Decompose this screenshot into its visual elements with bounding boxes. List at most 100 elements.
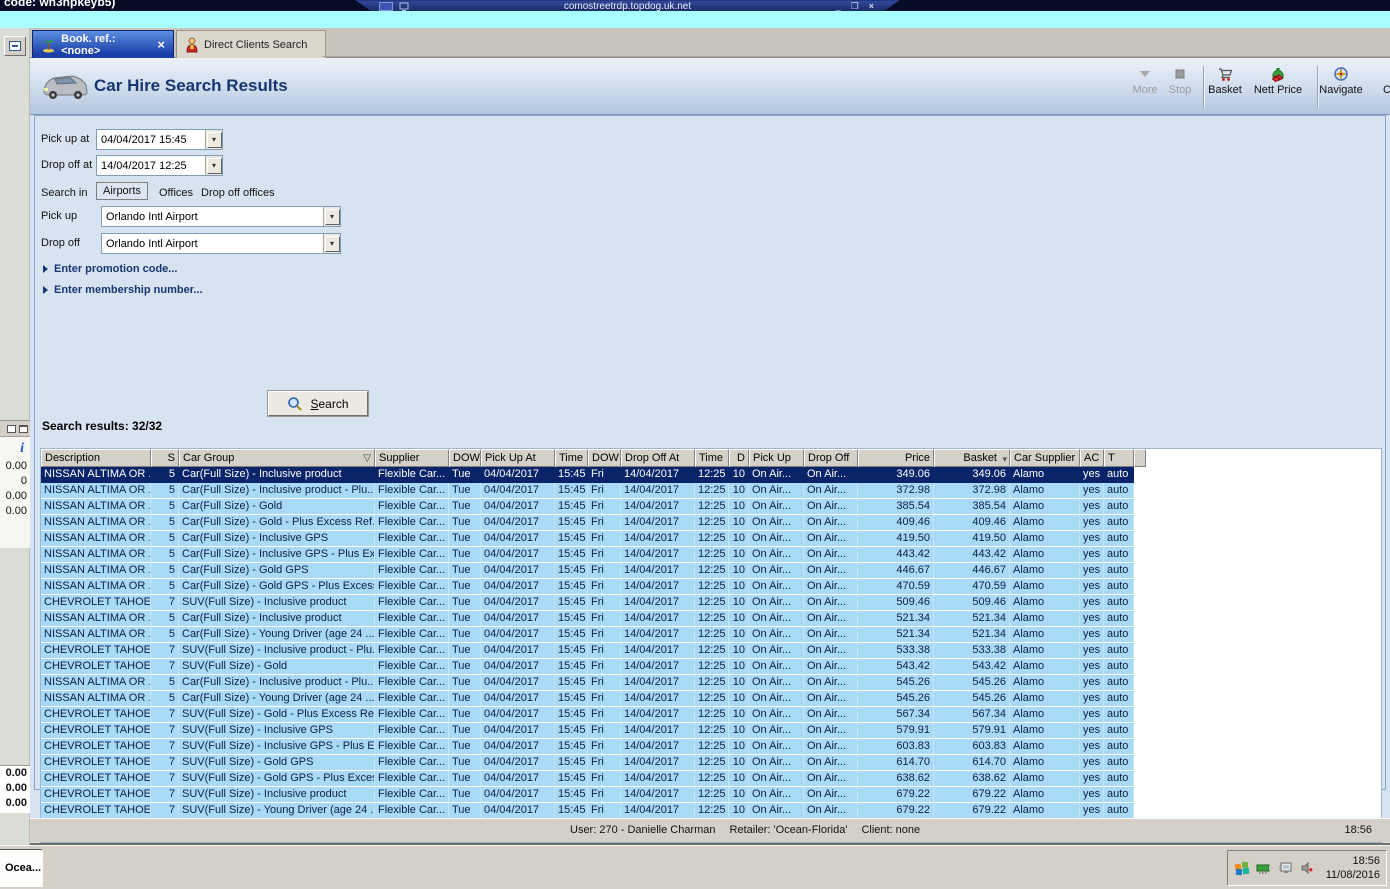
navigate-button[interactable]: Navigate — [1312, 62, 1370, 112]
basket-button[interactable]: Basket — [1198, 62, 1252, 112]
dropoff-at-dropdown-button[interactable]: ▾ — [205, 156, 222, 175]
column-header-price[interactable]: Price — [858, 449, 934, 467]
cell: 15:45 — [555, 771, 588, 787]
column-header-pick-up[interactable]: Pick Up — [749, 449, 804, 467]
dropoff-combobox[interactable]: Orlando Intl Airport ▾ — [101, 233, 341, 254]
table-row[interactable]: CHEVROLET TAHOE ...7SUV(Full Size) - Inc… — [41, 723, 1146, 739]
tab-direct-clients-search[interactable]: Direct Clients Search — [176, 30, 326, 58]
cell: 15:45 — [555, 515, 588, 531]
table-row[interactable]: CHEVROLET TAHOE ...7SUV(Full Size) - Gol… — [41, 659, 1146, 675]
table-row[interactable]: NISSAN ALTIMA OR ... 5 Car(Full Size) - Go… — [41, 499, 1146, 515]
rdp-close-button[interactable]: × — [869, 2, 874, 11]
tab-close-icon[interactable]: × — [157, 38, 165, 51]
table-row[interactable]: NISSAN ALTIMA OR ... 5 Car(Full Size) - In… — [41, 675, 1146, 691]
cell: 545.26 — [858, 691, 934, 707]
pickup-dropdown-button[interactable]: ▾ — [323, 207, 340, 226]
column-header-t[interactable]: T — [1104, 449, 1134, 467]
dropoff-at-input[interactable]: 14/04/2017 12:25 ▾ — [96, 155, 223, 176]
column-header-description[interactable]: Description — [41, 449, 151, 467]
table-row[interactable]: CHEVROLET TAHOE ...7SUV(Full Size) - Inc… — [41, 595, 1146, 611]
antivirus-tray-icon[interactable] — [1234, 860, 1250, 876]
column-label: T — [1108, 452, 1115, 464]
cell: 15:45 — [555, 755, 588, 771]
table-row[interactable]: CHEVROLET TAHOE ...7SUV(Full Size) - Inc… — [41, 787, 1146, 803]
table-row[interactable]: CHEVROLET TAHOE ...7SUV(Full Size) - Gol… — [41, 755, 1146, 771]
rdp-minimize-button[interactable]: _ — [836, 2, 841, 11]
column-header-drop-off[interactable]: Drop Off — [804, 449, 858, 467]
table-row[interactable]: NISSAN ALTIMA OR ... 5 Car(Full Size) - Yo… — [41, 691, 1146, 707]
taskbar-window-button[interactable]: Ocea... — [0, 849, 43, 887]
promotion-code-expander[interactable]: Enter promotion code... — [43, 263, 177, 275]
column-header-s[interactable]: S — [151, 449, 179, 467]
connection-info-icon[interactable] — [399, 2, 409, 12]
table-row[interactable]: CHEVROLET TAHOE ...7SUV(Full Size) - Gol… — [41, 707, 1146, 723]
taskbar: Ocea... 18:56 11/08/2016 — [0, 845, 1390, 889]
table-row[interactable]: NISSAN ALTIMA OR ... 5 Car(Full Size) - Go… — [41, 579, 1146, 595]
column-header-d[interactable]: D — [729, 449, 749, 467]
cell: CHEVROLET TAHOE ... — [41, 595, 151, 611]
search-button[interactable]: Search — [268, 391, 368, 416]
dropoff-dropdown-button[interactable]: ▾ — [323, 234, 340, 253]
maximize-window-icon[interactable] — [19, 424, 28, 433]
table-row[interactable]: NISSAN ALTIMA OR ... 5 Car(Full Size) - In… — [41, 547, 1146, 563]
cell: auto — [1104, 579, 1134, 595]
column-header-car-group[interactable]: Car Group ▽ — [179, 449, 375, 467]
search-in-option-dropoff-offices[interactable]: Drop off offices — [201, 187, 275, 199]
table-row[interactable]: NISSAN ALTIMA OR ... 5 Car(Full Size) - Go… — [41, 515, 1146, 531]
table-row[interactable]: CHEVROLET TAHOE ...7SUV(Full Size) - Inc… — [41, 643, 1146, 659]
column-header-dow[interactable]: DOW — [588, 449, 621, 467]
cell: 15:45 — [555, 579, 588, 595]
table-row[interactable]: NISSAN ALTIMA OR ... 5 Car(Full Size) - In… — [41, 611, 1146, 627]
search-in-option-offices[interactable]: Offices — [159, 187, 193, 199]
cell: NISSAN ALTIMA OR ... — [41, 691, 151, 707]
column-header-car-supplier[interactable]: Car Supplier — [1010, 449, 1080, 467]
search-results-count: Search results: 32/32 — [42, 419, 163, 433]
table-row[interactable]: NISSAN ALTIMA OR ... 5 Car(Full Size) - In… — [41, 467, 1146, 483]
network-card-tray-icon[interactable] — [1256, 860, 1272, 876]
column-header-time[interactable]: Time — [695, 449, 729, 467]
cell-filler — [1134, 675, 1146, 691]
column-header-supplier[interactable]: Supplier — [375, 449, 449, 467]
restore-window-icon[interactable] — [7, 424, 16, 433]
rdp-restore-button[interactable]: ❐ — [851, 2, 859, 11]
cell: 15:45 — [555, 499, 588, 515]
column-header-pick-up-at[interactable]: Pick Up At — [481, 449, 555, 467]
nett-price-button[interactable]: Nett Price — [1247, 62, 1309, 112]
column-label: DOW — [453, 452, 480, 464]
table-row[interactable]: NISSAN ALTIMA OR ... 5 Car(Full Size) - In… — [41, 531, 1146, 547]
column-header-dow[interactable]: DOW — [449, 449, 481, 467]
column-header-time[interactable]: Time — [555, 449, 588, 467]
membership-number-expander[interactable]: Enter membership number... — [43, 284, 203, 296]
cell: 15:45 — [555, 563, 588, 579]
cell: Alamo — [1010, 771, 1080, 787]
muted-speaker-tray-icon[interactable] — [1300, 860, 1316, 876]
cell: 12:25 — [695, 483, 729, 499]
tab-booking-ref[interactable]: Book. ref.: <none> × — [32, 30, 174, 58]
table-row[interactable]: NISSAN ALTIMA OR ... 5 Car(Full Size) - In… — [41, 483, 1146, 499]
cell: CHEVROLET TAHOE ... — [41, 659, 151, 675]
pickup-at-input[interactable]: 04/04/2017 15:45 ▾ — [96, 129, 223, 150]
pickup-combobox[interactable]: Orlando Intl Airport ▾ — [101, 206, 341, 227]
search-in-option-airports[interactable]: Airports — [96, 182, 148, 200]
collapse-panel-button[interactable] — [4, 36, 26, 56]
cell: Fri — [588, 595, 621, 611]
pickup-at-dropdown-button[interactable]: ▾ — [205, 130, 222, 149]
cell: yes — [1080, 563, 1104, 579]
cell: 545.26 — [934, 691, 1010, 707]
table-row[interactable]: CHEVROLET TAHOE ...7SUV(Full Size) - Inc… — [41, 739, 1146, 755]
cell: 10 — [729, 563, 749, 579]
cell: On Air... — [749, 739, 804, 755]
column-header-ac[interactable]: AC — [1080, 449, 1104, 467]
table-row[interactable]: NISSAN ALTIMA OR ... 5 Car(Full Size) - Yo… — [41, 627, 1146, 643]
pin-icon[interactable] — [379, 2, 393, 11]
table-row[interactable]: NISSAN ALTIMA OR ... 5 Car(Full Size) - Go… — [41, 563, 1146, 579]
column-header-basket[interactable]: Basket ▾ — [934, 449, 1010, 467]
column-header-drop-off-at[interactable]: Drop Off At — [621, 449, 695, 467]
close-button[interactable]: Close — [1370, 62, 1390, 112]
table-row[interactable]: CHEVROLET TAHOE ...7SUV(Full Size) - You… — [41, 803, 1146, 819]
filter-funnel-icon[interactable]: ▽ — [363, 453, 371, 464]
table-row[interactable]: CHEVROLET TAHOE ...7SUV(Full Size) - Gol… — [41, 771, 1146, 787]
cell: yes — [1080, 739, 1104, 755]
statusbar-client: Client: none — [861, 824, 921, 836]
network-status-tray-icon[interactable] — [1278, 860, 1294, 876]
